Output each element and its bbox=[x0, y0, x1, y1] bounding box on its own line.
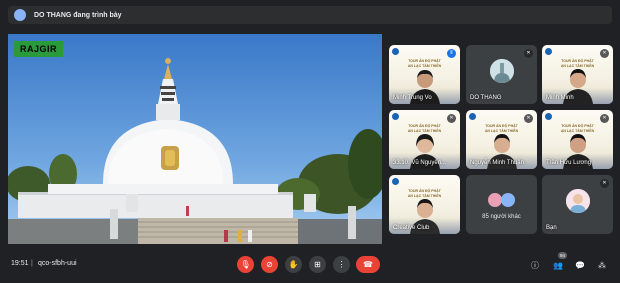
self-tile[interactable]: ✕ Bạn bbox=[542, 175, 613, 234]
club-logo-icon bbox=[545, 48, 552, 55]
people-button[interactable]: 👥 bbox=[552, 259, 564, 271]
present-icon: ⊞ bbox=[314, 259, 321, 269]
mic-off-icon: ✕ bbox=[447, 114, 456, 123]
participant-tile[interactable]: TOUR ẢN ĐỘ PHẬT AN LẠC TÂM THIỀN ✕ 33.10.… bbox=[389, 110, 460, 169]
chat-icon: 💬 bbox=[575, 260, 585, 270]
avatar bbox=[501, 193, 515, 207]
participant-tile[interactable]: TOUR ẢN ĐỘ PHẬT AN LẠC TÂM THIỀN ✕ Trần H… bbox=[542, 110, 613, 169]
speaking-indicator-icon: ⦀ bbox=[447, 49, 456, 58]
control-bar: 19:51 | qco-sfbh-uui 🎙 ⊘ ✋ ⊞ ⋮ ☎ ⓘ 👥 94 … bbox=[0, 251, 620, 279]
club-logo-icon bbox=[392, 48, 399, 55]
participants-count-badge: 94 bbox=[558, 252, 568, 259]
participant-name: Creative Club bbox=[393, 225, 430, 231]
activities-icon: ⁂ bbox=[598, 260, 606, 270]
more-options-icon: ⋮ bbox=[337, 259, 346, 269]
presenter-avatar bbox=[14, 9, 26, 21]
participant-tile[interactable]: TOUR ẢN ĐỘ PHẬT AN LẠC TÂM THIỀN ✕ Nguyễn… bbox=[466, 110, 537, 169]
mic-toggle-button[interactable]: 🎙 bbox=[237, 256, 254, 273]
avatar bbox=[488, 193, 502, 207]
chat-button[interactable]: 💬 bbox=[574, 259, 586, 271]
participant-tile[interactable]: TOUR ẢN ĐỘ PHẬT AN LẠC TÂM THIỀN ✕ Minh M… bbox=[542, 45, 613, 104]
raise-hand-icon: ✋ bbox=[288, 259, 299, 269]
end-call-button[interactable]: ☎ bbox=[356, 256, 380, 273]
participant-tile[interactable]: TOUR ẢN ĐỘ PHẬT AN LẠC TÂM THIỀN Creative… bbox=[389, 175, 460, 234]
shared-screen-image bbox=[8, 34, 382, 244]
avatar bbox=[565, 189, 590, 213]
mic-off-icon: 🎙 bbox=[240, 259, 251, 269]
others-count: 85 người khác bbox=[482, 214, 521, 220]
info-button[interactable]: ⓘ bbox=[529, 259, 541, 271]
camera-off-icon: ⊘ bbox=[266, 259, 273, 269]
club-logo-icon bbox=[545, 113, 552, 120]
people-icon: 👥 bbox=[553, 260, 563, 270]
end-call-icon: ☎ bbox=[363, 259, 373, 269]
participant-name: DO THANG bbox=[470, 95, 502, 101]
mic-off-icon: ✕ bbox=[524, 114, 533, 123]
present-button[interactable]: ⊞ bbox=[309, 256, 326, 273]
participant-tile[interactable]: TOUR ẢN ĐỘ PHẬT AN LẠC TÂM THIỀN ⦀ Minh T… bbox=[389, 45, 460, 104]
mic-off-icon: ✕ bbox=[600, 179, 609, 188]
avatar bbox=[489, 59, 514, 83]
club-logo-icon bbox=[392, 178, 399, 185]
activities-button[interactable]: ⁂ bbox=[596, 259, 608, 271]
shared-screen[interactable]: RAJGIR bbox=[8, 34, 382, 244]
participant-name: Bạn bbox=[546, 225, 557, 231]
participant-name: Trần Hữu Lương bbox=[546, 160, 592, 166]
place-label: RAJGIR bbox=[14, 41, 64, 57]
participant-tile[interactable]: ✕ DO THANG bbox=[466, 45, 537, 104]
participant-name: Nguyễn Minh Thuận bbox=[470, 160, 524, 166]
mic-off-icon: ✕ bbox=[524, 49, 533, 58]
presenter-bar: DO THANG đang trình bày bbox=[8, 6, 612, 24]
clock: 19:51 bbox=[11, 260, 29, 267]
camera-toggle-button[interactable]: ⊘ bbox=[261, 256, 278, 273]
participant-name: 33.10. Vũ Nguyên... bbox=[393, 160, 447, 166]
mic-off-icon: ✕ bbox=[600, 49, 609, 58]
presenter-text: DO THANG đang trình bày bbox=[34, 11, 122, 19]
more-options-button[interactable]: ⋮ bbox=[333, 256, 350, 273]
club-logo-icon bbox=[469, 113, 476, 120]
raise-hand-button[interactable]: ✋ bbox=[285, 256, 302, 273]
divider: | bbox=[31, 260, 33, 267]
club-logo-icon bbox=[392, 113, 399, 120]
participant-name: Minh Trung Vo bbox=[393, 95, 432, 101]
meeting-code: qco-sfbh-uui bbox=[38, 260, 77, 267]
info-icon: ⓘ bbox=[531, 260, 539, 270]
mic-off-icon: ✕ bbox=[600, 114, 609, 123]
participant-name: Minh Minh bbox=[546, 95, 574, 101]
others-tile[interactable]: 85 người khác bbox=[466, 175, 537, 234]
